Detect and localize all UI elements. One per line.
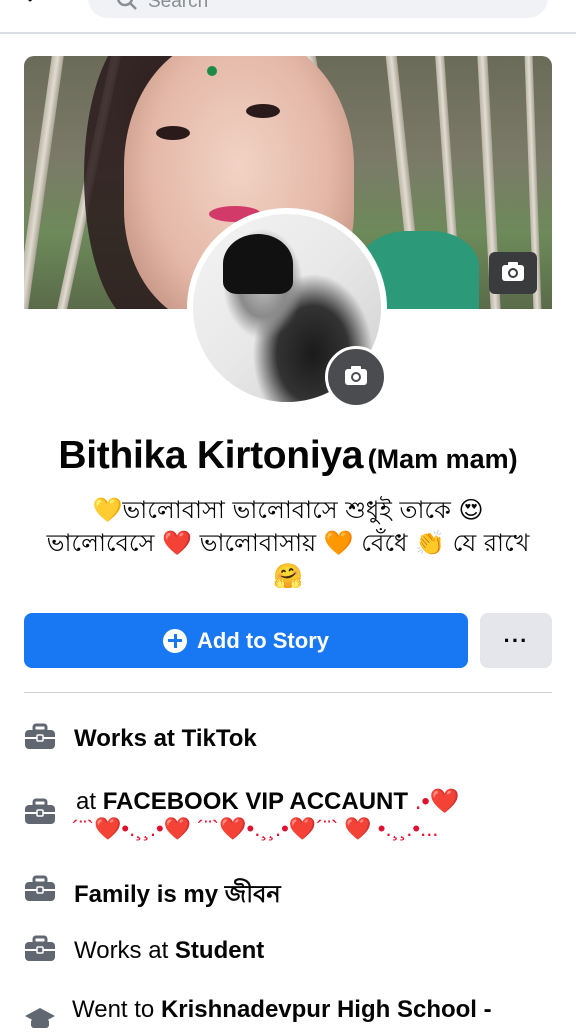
back-arrow-icon[interactable] [26, 0, 46, 10]
more-options-button[interactable]: ··· [480, 613, 552, 668]
camera-icon [502, 262, 524, 281]
education-info: Went to Krishnadevpur High School - [72, 996, 492, 1024]
alternate-name: (Mam mam) [367, 444, 518, 474]
search-bar[interactable]: Search [88, 0, 548, 18]
decorative-hearts-line: ´¨`❤️•.¸¸.•❤️ ´¨`❤️•.¸¸.•❤️´¨` ❤️ •.¸¸.•… [72, 816, 439, 841]
search-placeholder: Search [148, 0, 209, 12]
bio-line: 💛ভালোবাসা ভালোবাসে শুধুই তাকে 😍 [92, 496, 484, 524]
divider [24, 692, 552, 693]
camera-icon [345, 366, 367, 385]
briefcase-icon [25, 875, 55, 901]
top-bar: Search [0, 0, 576, 34]
profile-bio: 💛ভালোবাসা ভালোবাসে শুধুই তাকে 😍 ভালোবেসে… [40, 494, 536, 593]
plus-circle-icon [163, 628, 187, 653]
bio-line: 🤗 [273, 562, 303, 590]
work-info: Works at TikTok [74, 725, 257, 752]
profile-name-row: Bithika Kirtoniya (Mam mam) [0, 434, 576, 478]
workplace-name: FACEBOOK VIP ACCAUNT [102, 788, 409, 815]
bio-line: ভালোবেসে ❤️ ভালোবাসায় 🧡 বেঁধে 👏 যে রাখে [46, 529, 530, 557]
briefcase-icon [25, 798, 55, 824]
work-info-2: at FACEBOOK VIP ACCAUNT .•❤️ [76, 787, 460, 816]
decorative-hearts: .•❤️ [414, 788, 460, 815]
add-to-story-button[interactable]: Add to Story [24, 613, 468, 668]
search-icon [116, 0, 137, 10]
education-prefix: Went to [72, 996, 155, 1023]
work-prefix: Works at [74, 937, 169, 964]
edit-cover-camera-button[interactable] [489, 252, 537, 294]
work-prefix: at [76, 788, 97, 815]
add-to-story-label: Add to Story [197, 627, 329, 653]
graduation-cap-icon [25, 1008, 55, 1028]
workplace-name: Student [174, 937, 265, 964]
family-info: Family is my জীবন [74, 881, 281, 908]
briefcase-icon [25, 723, 55, 749]
briefcase-icon [25, 935, 55, 961]
school-name: Krishnadevpur High School - [160, 996, 492, 1023]
work-info-3: Works at Student [74, 937, 264, 965]
profile-name: Bithika Kirtoniya [58, 434, 364, 477]
more-icon: ··· [503, 627, 529, 653]
edit-profile-picture-button[interactable] [325, 346, 387, 408]
